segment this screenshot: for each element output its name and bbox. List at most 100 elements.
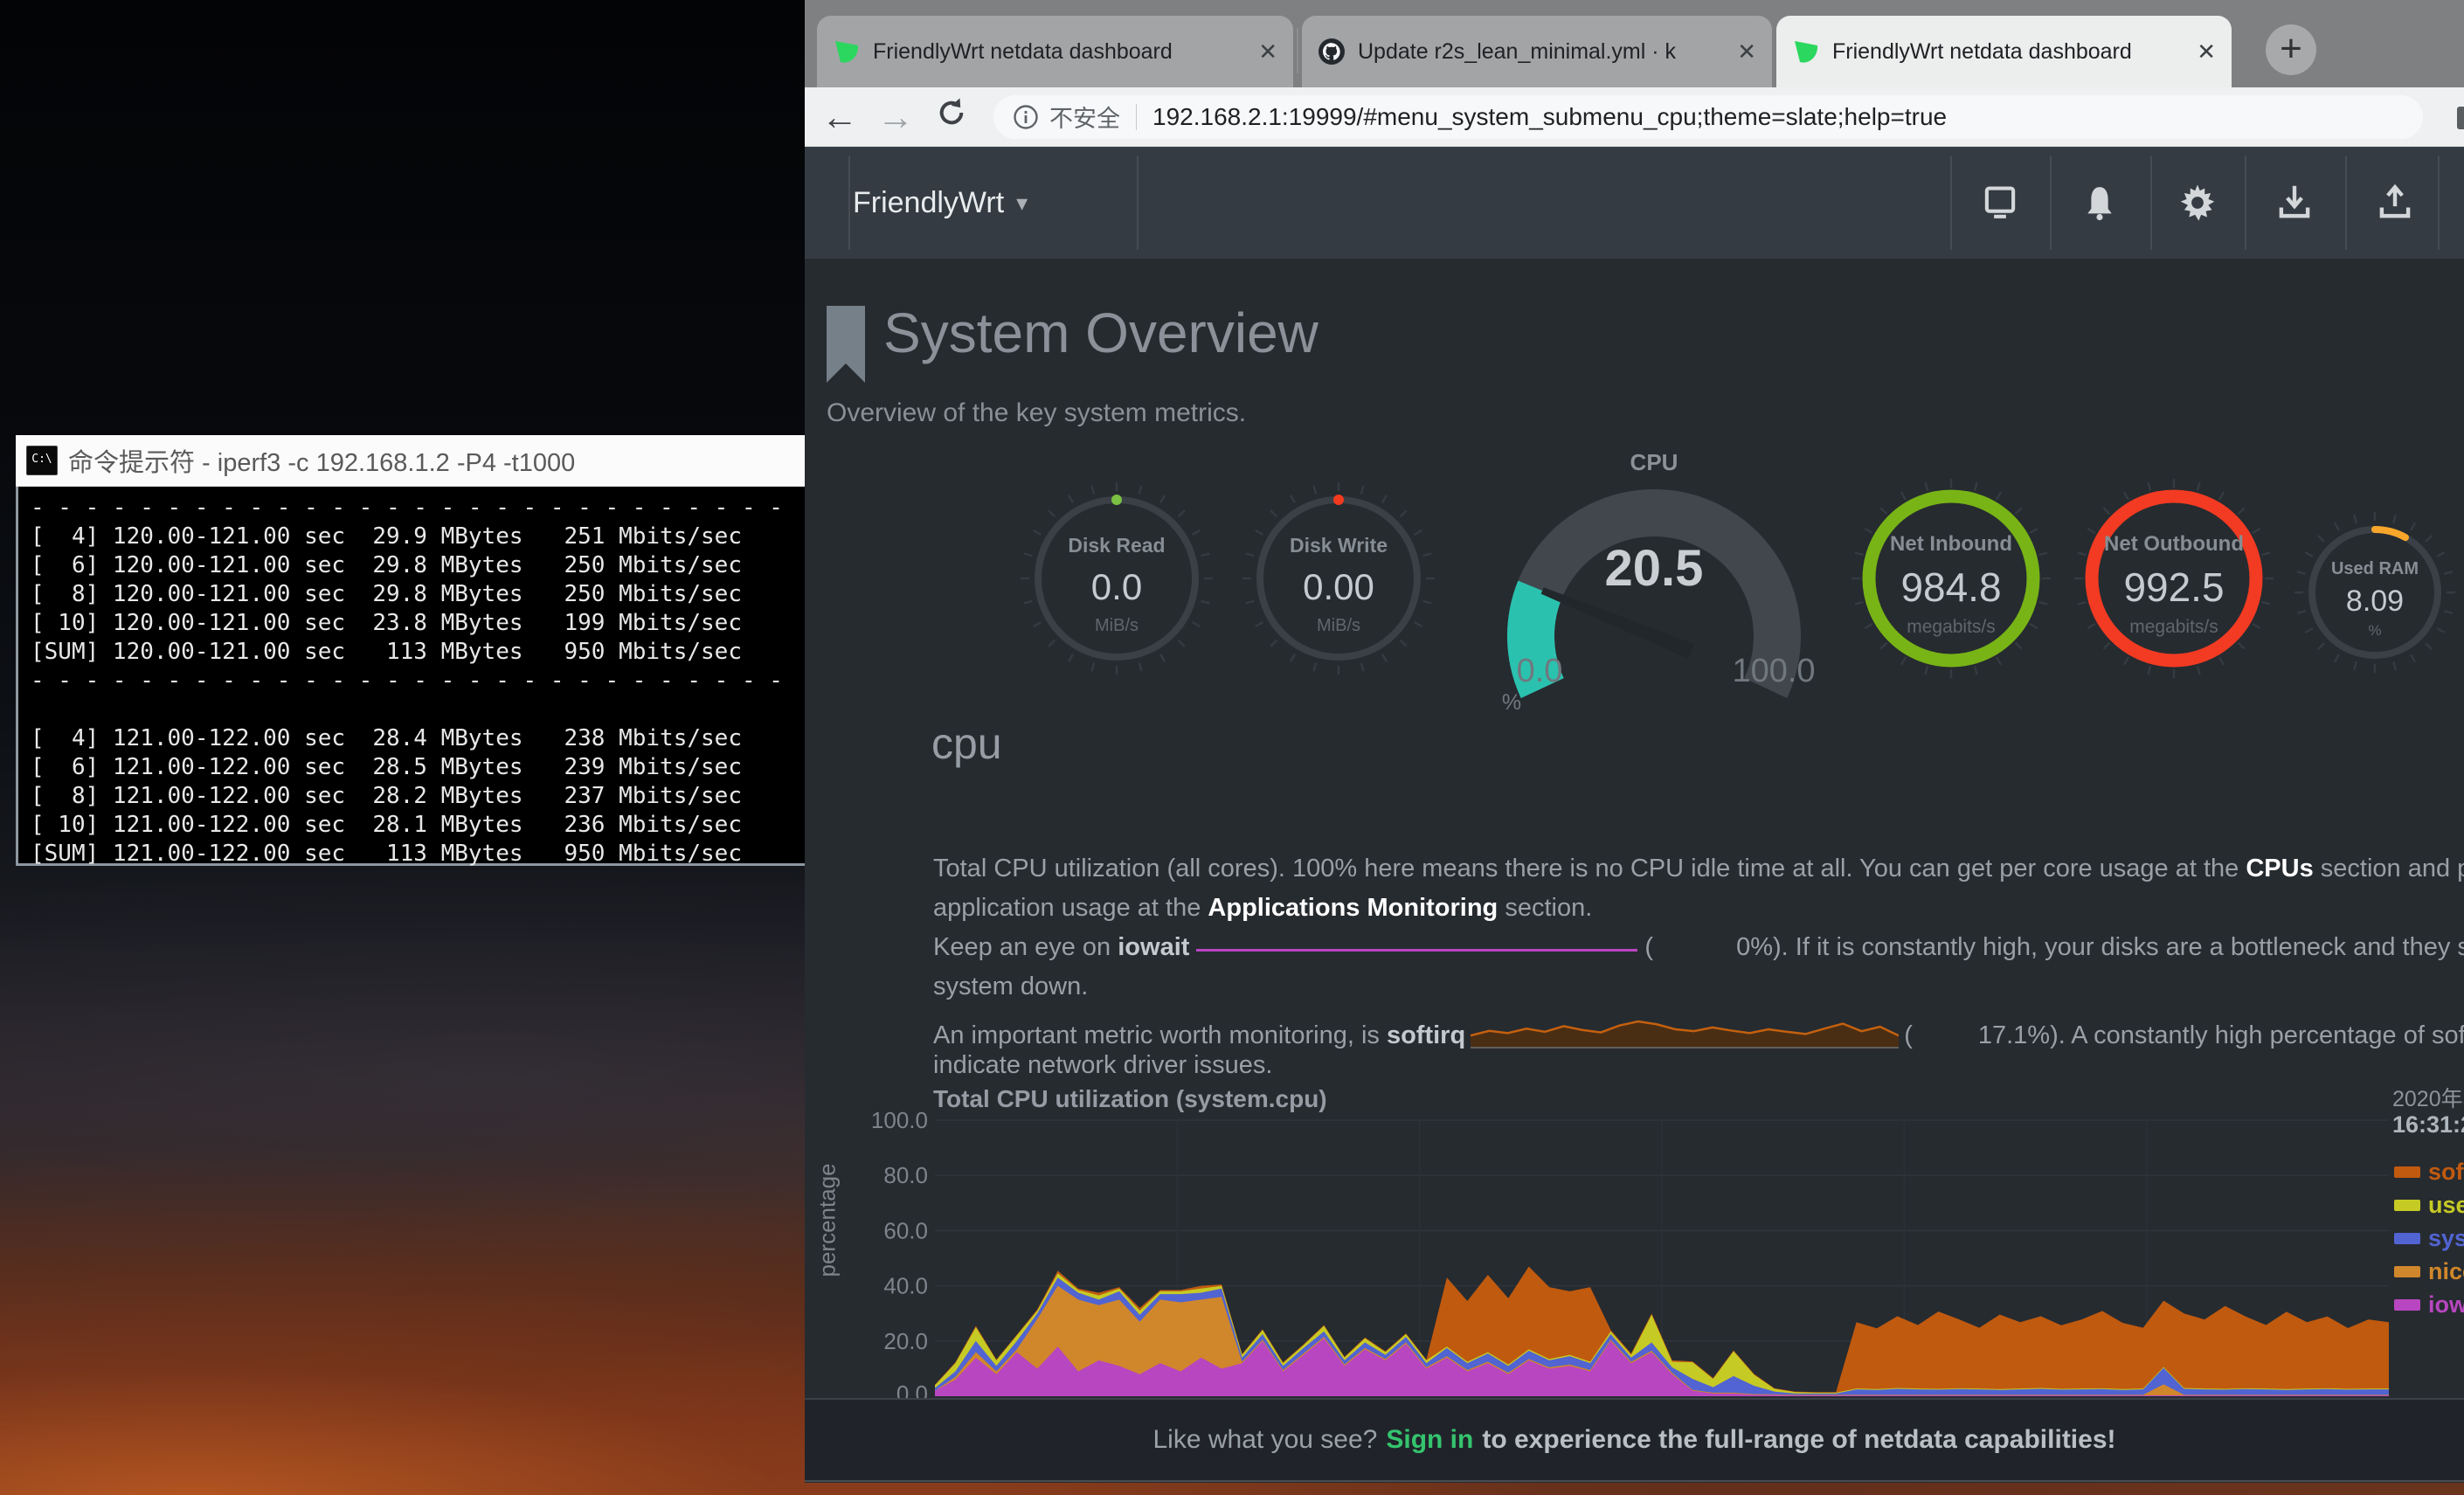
new-tab-button[interactable]: +	[2266, 24, 2316, 75]
cpu-utilization-chart[interactable]: 20.040.060.080.0100.00.0	[861, 1080, 2399, 1405]
legend-label: iowait	[2428, 1291, 2464, 1319]
legend-swatch	[2394, 1200, 2420, 1211]
monitor-icon	[1981, 183, 2019, 222]
chart-ylabel: percentage	[814, 1225, 841, 1277]
terminal-line: - - - - - - - - - - - - - - - - - - - - …	[31, 667, 805, 696]
svg-text:Net Inbound: Net Inbound	[1890, 532, 2012, 556]
close-icon[interactable]: ✕	[1737, 38, 1756, 66]
cpu-gauge-title: CPU	[1567, 449, 1741, 476]
download-icon	[2275, 183, 2314, 222]
svg-text:100.0: 100.0	[871, 1107, 928, 1133]
svg-text:984.8: 984.8	[1900, 564, 2001, 610]
cpu-paragraph-line: application usage at the Applications Mo…	[933, 894, 1592, 923]
gear-icon	[2178, 183, 2217, 222]
terminal-line: [ 8] 121.00-122.00 sec 28.2 MBytes 237 M…	[31, 782, 805, 811]
signin-link[interactable]: Sign in	[1386, 1425, 1473, 1455]
host-dropdown[interactable]: FriendlyWrt ▾	[853, 147, 1028, 259]
import-button[interactable]	[2268, 176, 2321, 229]
cmd-icon: C:\	[26, 446, 58, 475]
cpu-paragraph-line: indicate network driver issues.	[933, 1051, 1272, 1080]
svg-text:80.0: 80.0	[883, 1162, 928, 1188]
screen: C:\ 命令提示符 - iperf3 -c 192.168.1.2 -P4 -t…	[0, 0, 2464, 1495]
back-button[interactable]: ←	[812, 96, 868, 138]
svg-text:megabits/s: megabits/s	[1907, 617, 1996, 637]
terminal-title: 命令提示符 - iperf3 -c 192.168.1.2 -P4 -t1000	[68, 442, 575, 479]
used-ram-gauge[interactable]: Used RAM8.09%	[2292, 509, 2458, 680]
applications-monitoring-link[interactable]: Applications Monitoring	[1208, 894, 1498, 922]
svg-text:992.5: 992.5	[2123, 564, 2224, 610]
header-separator	[1950, 156, 1952, 250]
browser-window: FriendlyWrt netdata dashboard ✕ Update r…	[805, 0, 2464, 1483]
tab-github[interactable]: Update r2s_lean_minimal.yml · k ✕	[1302, 16, 1772, 87]
terminal-line: [ 6] 121.00-122.00 sec 28.5 MBytes 239 M…	[31, 753, 805, 782]
cpu-paragraph-line: An important metric worth monitoring, is…	[933, 1012, 2464, 1050]
security-label[interactable]: 不安全	[1049, 100, 1120, 134]
header-separator	[2150, 156, 2152, 250]
terminal-line: [ 10] 121.00-122.00 sec 28.1 MBytes 236 …	[31, 811, 805, 840]
signin-prompt-tail: to experience the full-range of netdata …	[1482, 1425, 2115, 1455]
net-outbound-gauge[interactable]: Net Outbound992.5megabits/s	[2066, 470, 2282, 691]
svg-text:0.0: 0.0	[1517, 653, 1563, 689]
terminal-line: - - - - - - - - - - - - - - - - - - - - …	[31, 494, 805, 523]
header-separator	[1137, 156, 1139, 250]
terminal-line: [ 8] 120.00-121.00 sec 29.8 MBytes 250 M…	[31, 580, 805, 609]
page-title: System Overview	[883, 301, 1319, 365]
legend-item-softirq[interactable]: softirq	[2394, 1159, 2464, 1186]
cpu-paragraph-line: system down.	[933, 972, 1088, 1001]
legend-item-nice[interactable]: nice	[2394, 1258, 2464, 1285]
export-button[interactable]	[2369, 176, 2421, 229]
terminal-line: [ 4] 120.00-121.00 sec 29.9 MBytes 251 M…	[31, 523, 805, 551]
cpus-link[interactable]: CPUs	[2246, 855, 2313, 882]
svg-text:%: %	[1502, 690, 1521, 711]
tab-friendlywrt-2-active[interactable]: FriendlyWrt netdata dashboard ✕	[1776, 16, 2232, 87]
disk-write-gauge[interactable]: Disk Write0.00MiB/s	[1235, 475, 1442, 686]
svg-text:Net Outbound: Net Outbound	[2104, 532, 2244, 556]
terminal-titlebar[interactable]: C:\ 命令提示符 - iperf3 -c 192.168.1.2 -P4 -t…	[16, 435, 805, 487]
terminal-line	[31, 696, 805, 724]
svg-text:%: %	[2368, 622, 2381, 639]
forward-button[interactable]: →	[868, 96, 924, 138]
info-icon	[1013, 104, 1039, 130]
settings-button[interactable]	[2171, 176, 2224, 229]
toolbar-edge-icon[interactable]	[2457, 107, 2464, 129]
softirq-inline-chart[interactable]	[1471, 1012, 1899, 1049]
header-separator	[2438, 156, 2440, 250]
svg-text:0.0: 0.0	[1091, 566, 1142, 607]
terminal-line: [ 6] 120.00-121.00 sec 29.8 MBytes 250 M…	[31, 551, 805, 580]
svg-text:0.00: 0.00	[1303, 566, 1374, 607]
my-netdata-screens-button[interactable]	[1974, 176, 2026, 229]
cpu-paragraph-line: Total CPU utilization (all cores). 100% …	[933, 855, 2464, 883]
url-text[interactable]: 192.168.2.1:19999/#menu_system_submenu_c…	[1152, 103, 1947, 131]
netdata-header: FriendlyWrt ▾	[805, 147, 2464, 259]
netdata-page: System Overview Overview of the key syst…	[805, 259, 2464, 1398]
legend-item-iowait[interactable]: iowait	[2394, 1291, 2464, 1319]
tab-title: FriendlyWrt netdata dashboard	[873, 39, 1249, 65]
alarms-button[interactable]	[2073, 176, 2126, 229]
bell-icon	[2080, 183, 2119, 222]
omnibox-divider	[1136, 104, 1137, 130]
legend-item-system[interactable]: system	[2394, 1225, 2464, 1252]
iowait-inline-chart[interactable]	[1196, 938, 1637, 952]
disk-read-gauge[interactable]: Disk Read0.0MiB/s	[1014, 475, 1220, 686]
terminal-line: [SUM] 120.00-121.00 sec 113 MBytes 950 M…	[31, 638, 805, 667]
url-omnibox[interactable]: 不安全 192.168.2.1:19999/#menu_system_subme…	[993, 95, 2423, 139]
tab-friendlywrt-1[interactable]: FriendlyWrt netdata dashboard ✕	[817, 16, 1293, 87]
browser-toolbar: ← → 不安全 192.168.2.1:19999/#menu_system_s…	[805, 87, 2464, 147]
terminal-line: [SUM] 121.00-122.00 sec 113 MBytes 950 M…	[31, 840, 805, 869]
host-name: FriendlyWrt	[853, 186, 1004, 220]
legend-swatch	[2394, 1299, 2420, 1311]
svg-text:40.0: 40.0	[883, 1273, 928, 1299]
close-icon[interactable]: ✕	[2197, 38, 2216, 66]
net-inbound-gauge[interactable]: Net Inbound 984.8 megabits/s	[1843, 470, 2059, 691]
reload-button[interactable]	[924, 96, 979, 138]
svg-text:100.0: 100.0	[1732, 653, 1815, 689]
signin-footer: Like what you see? Sign in to experience…	[805, 1398, 2464, 1482]
upload-icon	[2376, 183, 2414, 222]
page-subtitle: Overview of the key system metrics.	[827, 398, 1246, 428]
close-icon[interactable]: ✕	[1258, 38, 1277, 66]
cpu-gauge[interactable]: 20.5 0.0 100.0%	[1485, 474, 1826, 716]
legend-item-user[interactable]: user	[2394, 1192, 2464, 1219]
chart-date: 2020年3	[2392, 1082, 2464, 1113]
reload-icon	[935, 96, 968, 129]
svg-text:20.5: 20.5	[1605, 540, 1704, 597]
